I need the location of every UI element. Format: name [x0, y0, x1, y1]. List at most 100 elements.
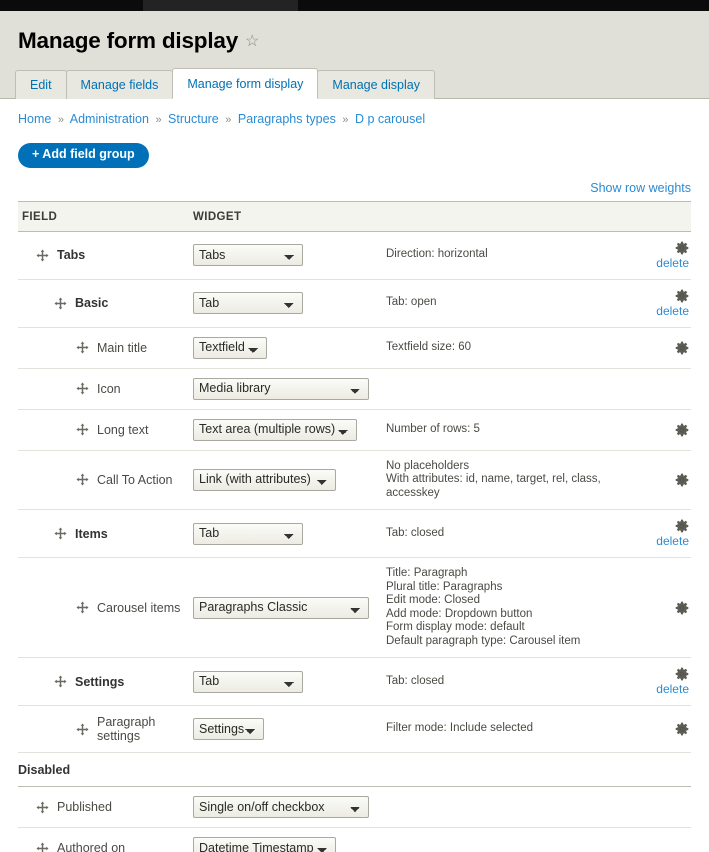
- region-row-disabled: Disabled: [18, 752, 691, 787]
- table-head: FIELD WIDGET: [18, 200, 691, 232]
- widget-summary: Title: Paragraph Plural title: Paragraph…: [386, 567, 581, 647]
- gear-icon[interactable]: [675, 519, 689, 533]
- cell-summary: [386, 368, 636, 410]
- delete-link[interactable]: delete: [656, 256, 689, 270]
- gear-icon[interactable]: [675, 473, 689, 487]
- widget-summary: Direction: horizontal: [386, 248, 488, 261]
- breadcrumb-item-paragraphs-types[interactable]: Paragraphs types: [238, 112, 336, 126]
- cell-widget: Tab: [193, 279, 386, 328]
- widget-select[interactable]: Settings: [193, 718, 264, 740]
- column-header-operations: [636, 200, 691, 232]
- gear-icon[interactable]: [675, 289, 689, 303]
- page-root: Manage form display ☆ Edit Manage fields…: [0, 0, 709, 852]
- breadcrumb-separator: »: [155, 113, 162, 126]
- drag-handle-icon[interactable]: [36, 248, 49, 262]
- tab-edit[interactable]: Edit: [15, 69, 67, 99]
- widget-select[interactable]: Tab: [193, 670, 303, 693]
- cell-widget: Link (with attributes): [193, 450, 386, 510]
- column-header-summary: [386, 200, 636, 232]
- cell-field: Main title: [18, 327, 193, 369]
- cell-widget: Media library: [193, 368, 386, 410]
- cell-field: Settings: [18, 657, 193, 706]
- toolbar-segment-left[interactable]: [0, 0, 143, 11]
- delete-link[interactable]: delete: [656, 304, 689, 318]
- drag-handle-icon[interactable]: [76, 423, 89, 436]
- tab-manage-fields[interactable]: Manage fields: [65, 69, 174, 99]
- widget-select[interactable]: Single on/off checkbox: [193, 796, 369, 818]
- gear-icon[interactable]: [675, 241, 689, 255]
- drag-handle-icon[interactable]: [76, 341, 89, 354]
- cell-field: Authored on: [18, 827, 193, 852]
- drag-handle-icon[interactable]: [54, 296, 67, 310]
- widget-select[interactable]: Media library: [193, 377, 369, 400]
- cell-field: Items: [18, 509, 193, 558]
- table-row: Call To Action Link (with attributes) No p…: [18, 450, 691, 510]
- widget-select[interactable]: Tab: [193, 292, 303, 314]
- cell-operations: delete: [636, 509, 691, 558]
- widget-summary: Tab: open: [386, 296, 437, 309]
- cell-field: Call To Action: [18, 450, 193, 510]
- toolbar-segment-active[interactable]: [143, 0, 298, 11]
- breadcrumb-item-administration[interactable]: Administration: [70, 112, 149, 126]
- field-label: Authored on: [57, 841, 126, 852]
- widget-select[interactable]: Datetime Timestamp: [193, 837, 336, 852]
- widget-select[interactable]: Textfield: [193, 336, 267, 359]
- breadcrumb-item-d-p-carousel[interactable]: D p carousel: [355, 112, 425, 126]
- tab-manage-form-display[interactable]: Manage form display: [172, 67, 319, 99]
- drag-handle-icon[interactable]: [54, 527, 67, 540]
- tab-manage-display[interactable]: Manage display: [317, 69, 435, 99]
- table-row: Long text Text area (multiple rows) Number…: [18, 409, 691, 451]
- cell-operations: delete: [636, 279, 691, 328]
- table-row: Settings Tab Tab: closed delete: [18, 657, 691, 706]
- drag-handle-icon[interactable]: [76, 382, 89, 395]
- gear-icon[interactable]: [675, 423, 689, 437]
- cell-operations: delete: [636, 657, 691, 706]
- table-header-row: FIELD WIDGET: [18, 200, 691, 232]
- drag-handle-icon[interactable]: [36, 800, 49, 814]
- toolbar-segment-right: [298, 0, 709, 11]
- cell-field: Published: [18, 786, 193, 828]
- table-body: Tabs Tabs Direction: horizontal delete Basic…: [18, 231, 691, 852]
- gear-icon[interactable]: [675, 601, 689, 615]
- show-row-weights-link[interactable]: Show row weights: [590, 181, 691, 195]
- table-row: Basic Tab Tab: open delete: [18, 279, 691, 328]
- cell-operations: [636, 786, 691, 828]
- star-icon[interactable]: ☆: [245, 34, 259, 50]
- cell-operations: [636, 450, 691, 510]
- widget-select[interactable]: Text area (multiple rows): [193, 418, 357, 441]
- breadcrumb-item-structure[interactable]: Structure: [168, 112, 219, 126]
- cell-field: Long text: [18, 409, 193, 451]
- gear-icon[interactable]: [675, 667, 689, 681]
- add-field-group-button[interactable]: + Add field group: [18, 142, 149, 168]
- region-label: Disabled: [18, 752, 691, 787]
- breadcrumb-item-home[interactable]: Home: [18, 112, 51, 126]
- widget-summary: Filter mode: Include selected: [386, 722, 534, 735]
- delete-link[interactable]: delete: [656, 682, 689, 696]
- column-header-widget: WIDGET: [193, 200, 386, 232]
- drag-handle-icon[interactable]: [36, 841, 49, 852]
- drag-handle-icon[interactable]: [76, 601, 89, 614]
- field-label: Main title: [97, 340, 148, 355]
- widget-select[interactable]: Tabs: [193, 244, 303, 266]
- cell-operations: [636, 827, 691, 852]
- cell-operations: delete: [636, 231, 691, 280]
- widget-select[interactable]: Paragraphs Classic: [193, 596, 369, 619]
- drag-handle-icon[interactable]: [54, 675, 67, 688]
- cell-field: Icon: [18, 368, 193, 410]
- gear-icon[interactable]: [675, 722, 689, 736]
- cell-operations: [636, 368, 691, 410]
- table-row: Tabs Tabs Direction: horizontal delete: [18, 231, 691, 280]
- cell-widget: Paragraphs Classic: [193, 557, 386, 658]
- cell-operations: [636, 557, 691, 658]
- widget-select[interactable]: Tab: [193, 522, 303, 545]
- cell-widget: Datetime Timestamp: [193, 827, 386, 852]
- gear-icon[interactable]: [675, 341, 689, 355]
- cell-widget: Tabs: [193, 231, 386, 280]
- delete-link[interactable]: delete: [656, 534, 689, 548]
- admin-toolbar[interactable]: [0, 0, 709, 11]
- widget-select[interactable]: Link (with attributes): [193, 468, 336, 491]
- field-label: Published: [57, 800, 112, 814]
- drag-handle-icon[interactable]: [76, 722, 89, 736]
- drag-handle-icon[interactable]: [76, 473, 89, 486]
- cell-summary: Filter mode: Include selected: [386, 705, 636, 753]
